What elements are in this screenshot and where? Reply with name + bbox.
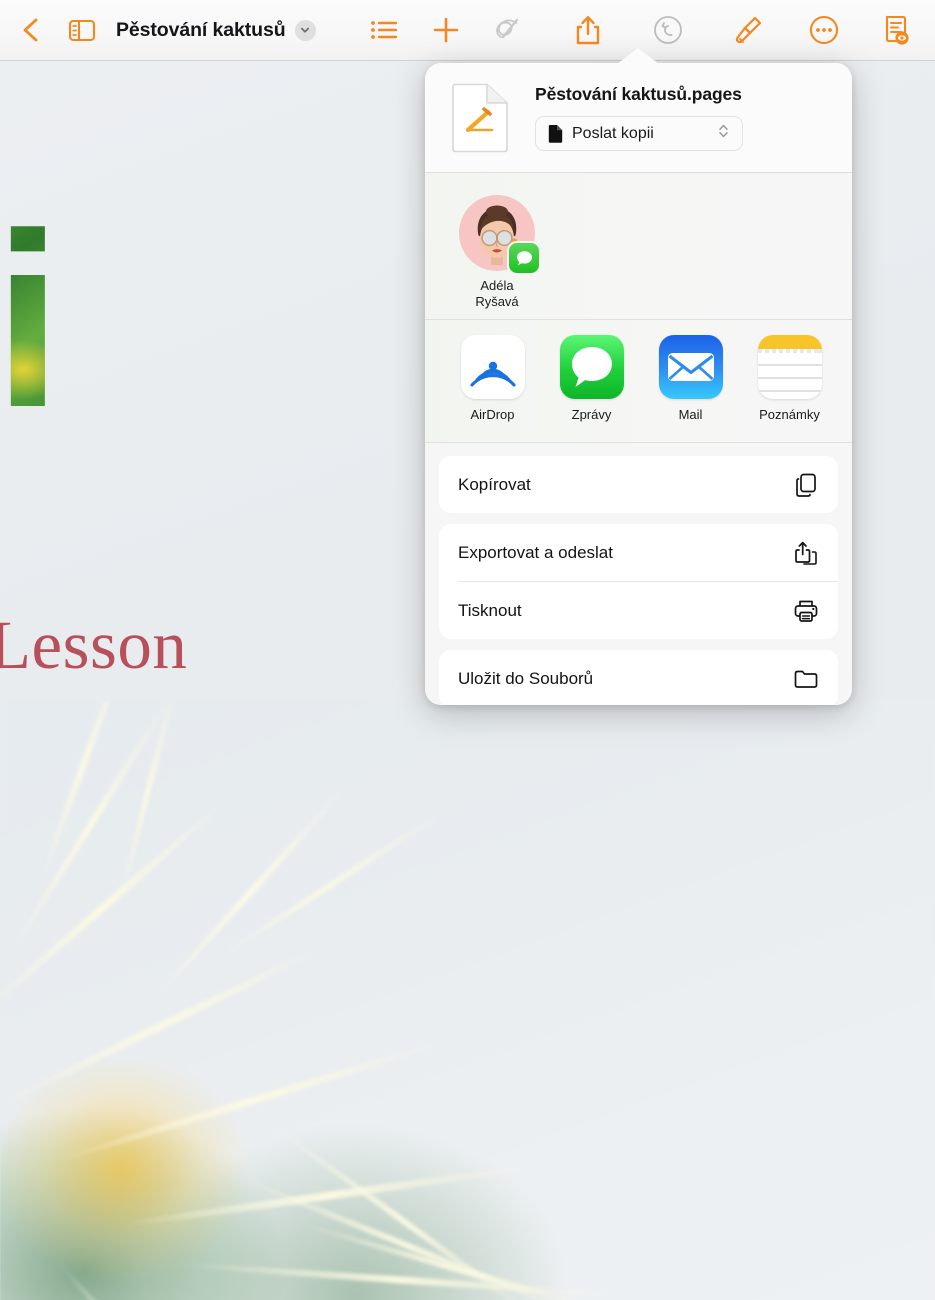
share-app-airdrop[interactable]: AirDrop — [443, 335, 542, 422]
action-label: Exportovat a odeslat — [458, 542, 613, 562]
share-app-freeform[interactable]: Fre — [839, 335, 852, 422]
share-app-notes[interactable]: Poznámky — [740, 335, 839, 422]
app-toolbar: Pěstování kaktusů — [0, 0, 935, 61]
sidebar-icon — [68, 19, 96, 41]
send-mode-select[interactable]: Poslat kopii — [535, 116, 743, 151]
action-print[interactable]: Tisknout — [439, 582, 838, 639]
list-view-button[interactable] — [359, 5, 409, 55]
chevron-left-icon — [23, 18, 38, 42]
messages-icon — [559, 335, 624, 399]
document-title: Pěstování kaktusů — [116, 18, 286, 41]
plus-icon — [433, 17, 459, 43]
action-label: Uložit do Souborů — [458, 668, 594, 688]
folder-icon — [793, 666, 819, 692]
back-button[interactable] — [8, 8, 52, 52]
format-button[interactable] — [723, 5, 773, 55]
airdrop-icon — [460, 335, 525, 399]
share-app-mail[interactable]: Mail — [641, 335, 740, 422]
popover-header: Pěstování kaktusů.pages Poslat kopii — [425, 63, 852, 173]
action-group: Uložit do Souborů — [439, 650, 838, 705]
document-subtitle: e Lesson — [0, 607, 188, 683]
contact-suggestion[interactable]: Adéla Ryšavá — [447, 195, 547, 311]
action-export-and-send[interactable]: Exportovat a odeslat — [439, 524, 838, 581]
share-app-label: Zprávy — [571, 407, 612, 422]
more-button[interactable] — [799, 5, 849, 55]
paintbrush-icon — [735, 16, 762, 44]
action-label: Kopírovat — [458, 474, 531, 494]
insert-button[interactable] — [421, 5, 471, 55]
updown-chevron-icon — [717, 121, 730, 146]
action-copy[interactable]: Kopírovat — [439, 456, 838, 513]
action-label: Tisknout — [458, 600, 522, 620]
contact-first-name: Adéla — [480, 278, 514, 293]
document-eye-icon — [885, 15, 909, 45]
share-app-label: Mail — [678, 407, 703, 422]
printer-icon — [793, 598, 819, 624]
pages-document-icon — [451, 83, 509, 153]
chevron-down-icon — [300, 27, 310, 33]
share-app-label: Poznámky — [759, 407, 820, 422]
document-filled-icon — [548, 124, 563, 143]
notes-icon — [757, 335, 822, 399]
send-mode-label: Poslat kopii — [572, 124, 654, 142]
messages-badge-icon — [509, 243, 539, 273]
share-app-label: AirDrop — [470, 407, 515, 422]
share-button[interactable] — [563, 5, 613, 55]
mail-icon — [658, 335, 723, 399]
action-group: Exportovat a odeslat Tisknout — [439, 524, 838, 639]
action-save-to-files[interactable]: Uložit do Souborů — [439, 650, 838, 705]
contact-last-name: Ryšavá — [475, 294, 519, 310]
action-group: Kopírovat — [439, 456, 838, 513]
bulleted-list-icon — [371, 21, 398, 39]
copy-icon — [793, 472, 819, 498]
share-popover: Pěstování kaktusů.pages Poslat kopii Adé… — [425, 63, 852, 705]
scribble-pen-icon — [496, 18, 519, 39]
share-actions: Kopírovat Exportovat a odeslat Tisknout … — [425, 443, 852, 705]
share-app-messages[interactable]: Zprávy — [542, 335, 641, 422]
shared-file-name: Pěstování kaktusů.pages — [535, 84, 742, 104]
avatar — [459, 195, 539, 273]
document-title-menu-button[interactable] — [294, 19, 316, 41]
popover-header-text: Pěstování kaktusů.pages Poslat kopii — [535, 84, 743, 151]
export-icon — [793, 540, 819, 566]
undo-icon — [654, 16, 682, 44]
cactus-photo — [0, 701, 935, 1300]
document-hero-title: cti — [0, 196, 57, 444]
draw-button[interactable] — [483, 5, 533, 55]
toolbar-left-group: Pěstování kaktusů — [0, 8, 316, 52]
suggested-contacts-row: Adéla Ryšavá — [425, 173, 852, 320]
document-options-button[interactable] — [871, 5, 921, 55]
sidebar-toggle-button[interactable] — [60, 8, 104, 52]
share-icon — [576, 15, 600, 44]
popover-tail — [617, 48, 659, 64]
share-apps-row: AirDrop Zprávy Mail Poznámky — [425, 320, 852, 443]
contact-name: Adéla Ryšavá — [475, 278, 518, 311]
ellipsis-circle-icon — [809, 15, 839, 45]
